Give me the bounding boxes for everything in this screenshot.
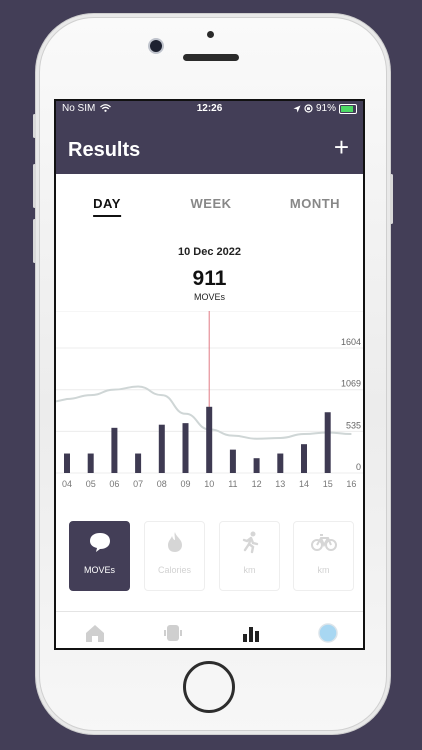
x-tick-label: 07 bbox=[133, 479, 143, 489]
x-tick-label: 08 bbox=[157, 479, 167, 489]
mute-switch bbox=[33, 114, 36, 138]
x-tick-label: 11 bbox=[228, 479, 237, 489]
status-bar: No SIM 12:26 91% bbox=[56, 101, 363, 118]
bar bbox=[229, 449, 236, 473]
app-header: Results + bbox=[56, 118, 363, 174]
orientation-lock-icon bbox=[304, 104, 313, 113]
selected-unit: MOVEs bbox=[193, 292, 225, 302]
tab-month[interactable]: MONTH bbox=[290, 196, 340, 211]
runner-icon bbox=[220, 530, 279, 556]
bubble-icon bbox=[70, 530, 129, 556]
x-tick-label: 10 bbox=[204, 479, 214, 489]
profile-icon[interactable] bbox=[317, 622, 339, 644]
selected-date: 10 Dec 2022 bbox=[178, 246, 241, 258]
bar bbox=[206, 406, 213, 473]
x-tick-label: 09 bbox=[180, 479, 190, 489]
card-running[interactable]: km bbox=[219, 521, 280, 591]
volume-up-button bbox=[33, 164, 36, 208]
activity-cards: MOVEs Calories km km bbox=[56, 521, 363, 593]
bar bbox=[87, 453, 94, 473]
bar bbox=[182, 423, 189, 473]
battery-percent: 91% bbox=[315, 103, 336, 114]
earpiece-speaker bbox=[183, 54, 239, 61]
flame-icon bbox=[145, 530, 204, 556]
card-running-label: km bbox=[243, 565, 256, 575]
y-tick-label: 0 bbox=[356, 462, 361, 472]
bar bbox=[135, 453, 142, 473]
front-sensor bbox=[207, 31, 214, 38]
card-calories[interactable]: Calories bbox=[144, 521, 205, 591]
selected-value: 911 bbox=[192, 267, 227, 290]
bar bbox=[277, 453, 284, 473]
home-icon[interactable] bbox=[84, 622, 106, 644]
status-right: 91% bbox=[293, 103, 357, 114]
x-tick-label: 12 bbox=[252, 479, 262, 489]
home-button[interactable] bbox=[183, 661, 235, 713]
y-tick-label: 1604 bbox=[341, 337, 361, 347]
bicycle-icon bbox=[294, 530, 353, 556]
front-camera bbox=[150, 40, 162, 52]
bar bbox=[64, 453, 70, 473]
volume-down-button bbox=[33, 219, 36, 263]
card-calories-label: Calories bbox=[157, 565, 191, 575]
bar bbox=[301, 444, 307, 473]
tab-day[interactable]: DAY bbox=[93, 196, 121, 217]
add-button[interactable]: + bbox=[334, 134, 349, 160]
x-tick-label: 16 bbox=[346, 479, 356, 489]
y-tick-label: 535 bbox=[346, 420, 361, 430]
device-icon[interactable] bbox=[162, 622, 184, 644]
x-tick-label: 13 bbox=[275, 479, 285, 489]
period-tabs: DAY WEEK MONTH bbox=[56, 196, 363, 226]
card-moves[interactable]: MOVEs bbox=[69, 521, 130, 591]
card-cycling[interactable]: km bbox=[293, 521, 354, 591]
location-arrow-icon bbox=[293, 105, 301, 112]
x-tick-label: 06 bbox=[109, 479, 119, 489]
x-tick-label: 15 bbox=[323, 479, 333, 489]
bar bbox=[253, 458, 260, 473]
x-tick-label: 05 bbox=[86, 479, 96, 489]
app-screen: No SIM 12:26 91% Results + DAY WEEK MONT… bbox=[54, 99, 365, 650]
moves-chart[interactable]: 0 535 1069 1604 04 05 06 07 08 09 10 11 12 13 14 15 16 bbox=[56, 311, 363, 496]
page-title: Results bbox=[68, 139, 141, 161]
bar-chart-icon[interactable] bbox=[240, 622, 262, 644]
x-tick-label: 04 bbox=[62, 479, 72, 489]
x-tick-label: 14 bbox=[299, 479, 309, 489]
tab-week[interactable]: WEEK bbox=[191, 196, 232, 211]
bottom-tab-bar bbox=[56, 611, 363, 648]
bar bbox=[111, 427, 118, 473]
y-tick-label: 1069 bbox=[341, 379, 361, 389]
battery-icon bbox=[339, 103, 357, 114]
bar bbox=[158, 424, 165, 473]
bar bbox=[324, 412, 331, 473]
power-button bbox=[390, 174, 393, 224]
card-moves-label: MOVEs bbox=[83, 565, 115, 575]
card-cycling-label: km bbox=[317, 565, 330, 575]
